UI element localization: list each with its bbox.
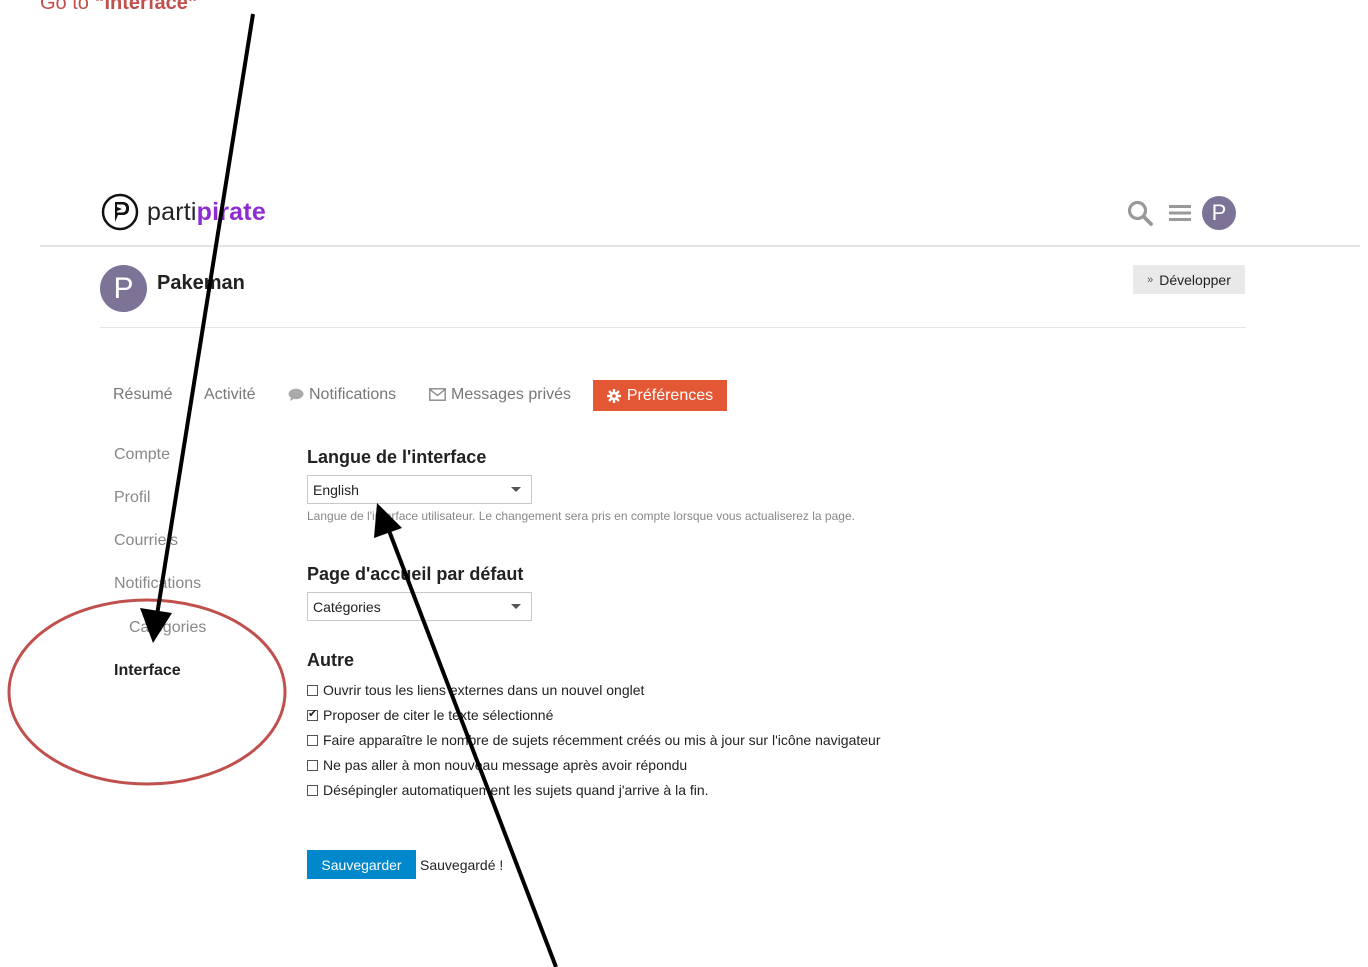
tab-label: Préférences [626,386,714,404]
user-name: Pakeman [157,272,245,294]
sidebar-item-account[interactable]: Compte [114,446,170,464]
checkbox[interactable] [307,734,318,746]
tab-label: Messages privés [451,386,572,403]
other-title: Autre [307,650,355,670]
expand-button[interactable]: » Développer [1133,265,1245,294]
select-value: Catégories [313,598,381,615]
tab-summary[interactable]: Résumé [113,386,173,404]
caret-down-icon [511,604,521,609]
logo-wordmark: partipirate [147,197,266,226]
select-value: English [313,481,359,498]
avatar-letter: P [1211,200,1227,225]
header-divider [40,245,1360,247]
option-no-jump-after-reply[interactable]: Ne pas aller à mon nouveau message après… [307,757,687,773]
checkbox[interactable] [307,684,318,696]
sidebar-item-interface[interactable]: Interface [114,662,181,680]
user-avatar: P [100,265,147,312]
annotation-caption: Go to “Interface” [40,0,198,14]
caret-down-icon [511,487,521,492]
option-label: Proposer de citer le texte sélectionné [323,707,554,723]
gear-icon [606,388,621,403]
checkbox[interactable] [307,707,318,721]
option-browser-badge[interactable]: Faire apparaître le nombre de sujets réc… [307,732,881,748]
sidebar-item-emails[interactable]: Courriels [114,532,178,550]
hamburger-icon[interactable] [1168,202,1192,224]
option-external-links[interactable]: Ouvrir tous les liens externes dans un n… [307,682,644,698]
saved-status: Sauvegardé ! [420,857,504,873]
sidebar-item-categories[interactable]: Catégories [129,619,206,637]
option-quote-selection[interactable]: Proposer de citer le texte sélectionné [307,707,553,723]
default-home-select[interactable]: Catégories [307,592,532,621]
tab-notifications[interactable]: Notifications [288,386,396,404]
sidebar-item-profile[interactable]: Profil [114,489,150,507]
checkbox[interactable] [307,784,318,796]
tab-preferences[interactable]: Préférences [593,380,727,411]
option-auto-unpin[interactable]: Désépingler automatiquement les sujets q… [307,782,709,798]
interface-language-select[interactable]: English [307,475,532,504]
site-logo[interactable]: partipirate [101,193,266,231]
user-avatar-menu[interactable]: P [1202,196,1236,230]
avatar-letter: P [113,271,134,305]
option-label: Ouvrir tous les liens externes dans un n… [323,682,645,698]
checkbox[interactable] [307,759,318,771]
interface-language-help: Langue de l'interface utilisateur. Le ch… [307,509,855,523]
tab-label: Notifications [309,386,397,403]
save-button[interactable]: Sauvegarder [307,850,416,879]
header-actions: P [1126,196,1236,230]
expand-label: Développer [1159,271,1231,288]
default-home-title: Page d'accueil par défaut [307,564,524,584]
search-icon[interactable] [1126,199,1154,227]
comment-icon [288,388,304,401]
option-label: Ne pas aller à mon nouveau message après… [323,757,688,773]
pirate-logo-icon [101,193,139,231]
profile-divider [100,327,1246,328]
tab-activity[interactable]: Activité [204,386,256,404]
annotation-overlay [7,13,558,967]
tab-private-messages[interactable]: Messages privés [429,386,571,404]
option-label: Faire apparaître le nombre de sujets réc… [323,732,881,748]
sidebar-item-notifications[interactable]: Notifications [114,575,201,593]
interface-language-title: Langue de l'interface [307,447,487,467]
double-chevron-down-icon: » [1147,273,1154,286]
envelope-icon [429,388,446,402]
option-label: Désépingler automatiquement les sujets q… [323,782,709,798]
